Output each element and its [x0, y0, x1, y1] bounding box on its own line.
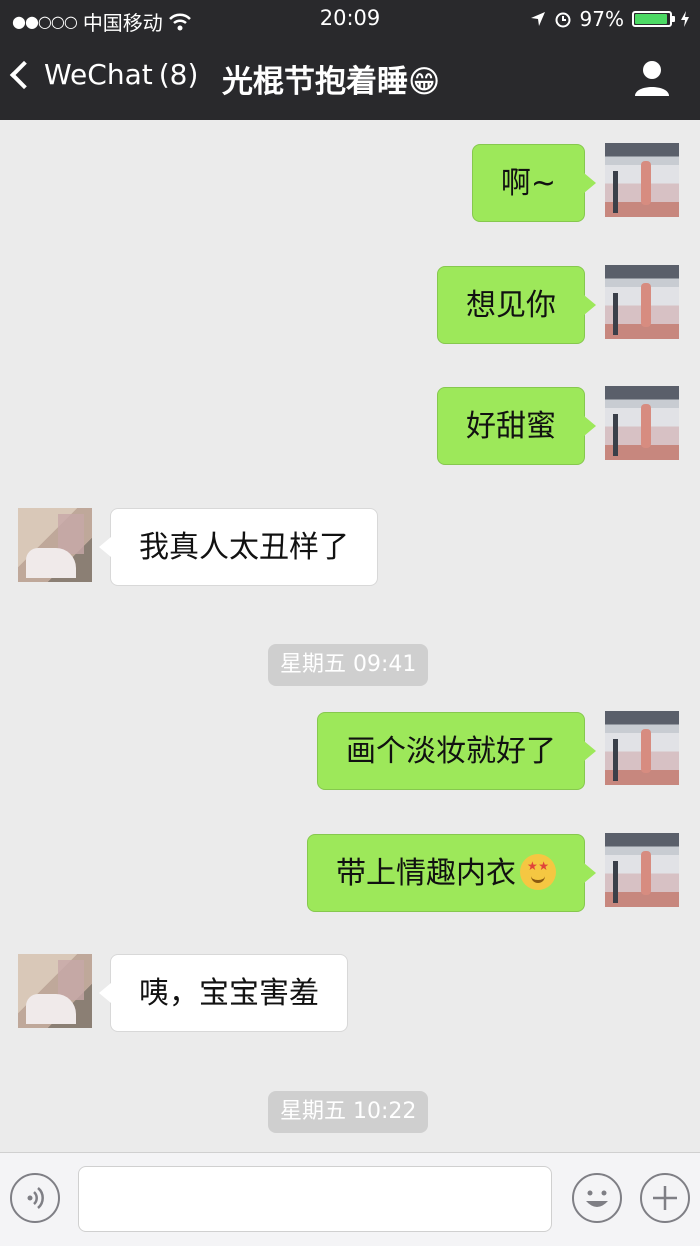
message-text: 我真人太丑样了 — [139, 530, 349, 565]
location-arrow-icon — [530, 12, 545, 26]
timestamp: 星期五 09:41 — [268, 644, 429, 686]
status-right: 97% — [530, 7, 690, 31]
plus-button[interactable] — [640, 1173, 690, 1223]
message-input[interactable] — [78, 1166, 552, 1232]
unread-count: (8) — [158, 58, 199, 91]
emoji-icon — [586, 1190, 608, 1207]
message-text: 好甜蜜 — [466, 409, 556, 444]
back-chevron-icon — [9, 60, 39, 89]
my-avatar[interactable] — [605, 265, 679, 339]
contact-avatar[interactable] — [18, 954, 92, 1028]
star-struck-emoji-icon — [520, 853, 556, 890]
battery-percent: 97% — [579, 7, 624, 31]
message-bubble-sent[interactable]: 画个淡妆就好了 — [317, 712, 596, 790]
plus-icon — [653, 1186, 677, 1210]
message-bubble-sent[interactable]: 想见你 — [437, 266, 596, 344]
message-bubble-received[interactable]: 咦，宝宝害羞 — [99, 954, 348, 1032]
message-text: 啊~ — [500, 166, 556, 201]
message-text: 想见你 — [466, 288, 556, 323]
nav-bar: WeChat (8) 光棍节抱着睡😁 — [0, 38, 700, 120]
timestamp: 星期五 10:22 — [268, 1091, 429, 1133]
person-icon[interactable] — [632, 58, 672, 98]
back-button[interactable]: WeChat (8) — [9, 58, 199, 91]
input-bar — [0, 1152, 700, 1246]
message-text: 带上情趣内衣 — [336, 856, 516, 891]
charging-icon — [681, 11, 689, 27]
my-avatar[interactable] — [605, 833, 679, 907]
battery-icon — [632, 11, 675, 27]
status-bar: ●●○○○ 中国移动 20:09 97% — [0, 0, 700, 38]
alarm-icon — [555, 12, 571, 28]
chat-title: 光棍节抱着睡😁 — [222, 64, 441, 100]
back-label: WeChat — [44, 58, 153, 91]
message-bubble-received[interactable]: 我真人太丑样了 — [99, 508, 378, 586]
voice-icon — [27, 1187, 44, 1209]
top-bar: ●●○○○ 中国移动 20:09 97% WeChat (8) 光棍节抱着睡😁 — [0, 0, 700, 120]
message-text: 画个淡妆就好了 — [346, 734, 556, 769]
my-avatar[interactable] — [605, 711, 679, 785]
contact-avatar[interactable] — [18, 508, 92, 582]
my-avatar[interactable] — [605, 386, 679, 460]
message-bubble-sent[interactable]: 带上情趣内衣 — [307, 834, 596, 912]
message-bubble-sent[interactable]: 好甜蜜 — [437, 387, 596, 465]
message-bubble-sent[interactable]: 啊~ — [471, 144, 597, 222]
voice-button[interactable] — [10, 1173, 60, 1223]
message-text: 咦，宝宝害羞 — [139, 976, 319, 1011]
my-avatar[interactable] — [605, 143, 679, 217]
emoji-button[interactable] — [572, 1173, 622, 1223]
